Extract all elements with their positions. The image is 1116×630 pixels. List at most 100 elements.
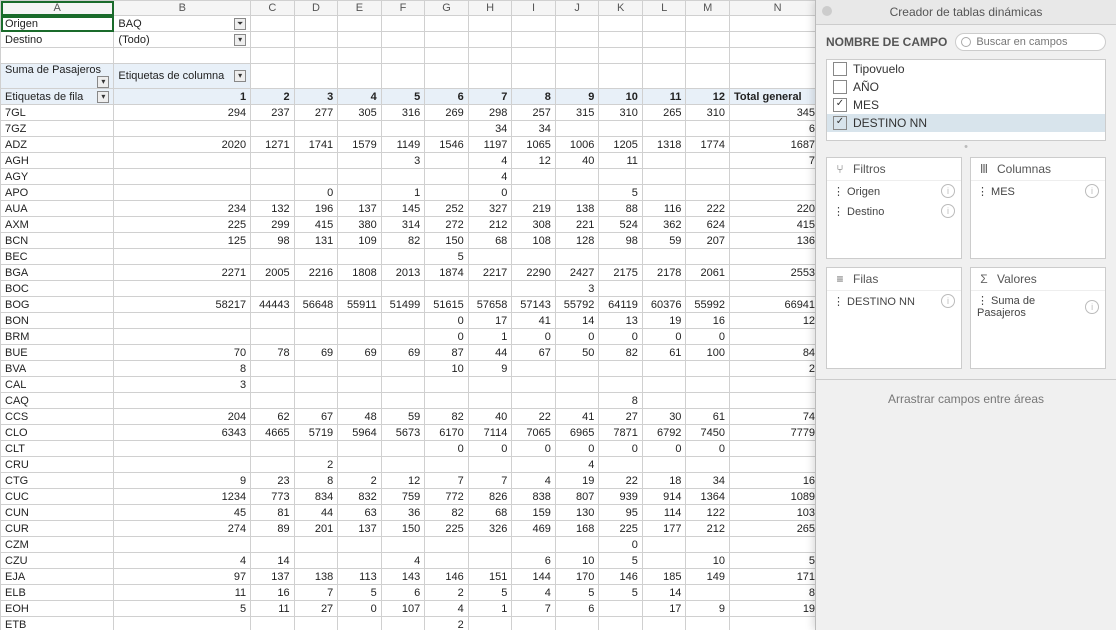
cell[interactable] [468, 16, 512, 32]
data-cell[interactable]: 185 [642, 569, 686, 585]
data-cell[interactable] [686, 185, 730, 201]
data-cell[interactable]: 97 [114, 569, 251, 585]
data-cell[interactable]: 56648 [294, 297, 338, 313]
filter-dropdown-icon[interactable]: ▾ [234, 34, 246, 46]
month-header-7[interactable]: 7 [468, 89, 512, 105]
data-cell[interactable]: 524 [599, 217, 643, 233]
data-cell[interactable] [381, 281, 425, 297]
data-cell[interactable]: 207 [686, 233, 730, 249]
data-cell[interactable] [468, 537, 512, 553]
data-cell[interactable]: 0 [425, 313, 469, 329]
data-cell[interactable] [468, 281, 512, 297]
area-values[interactable]: ΣValores ⋮ Suma de Pasajerosi [970, 267, 1106, 369]
row-label-BOC[interactable]: BOC [1, 281, 114, 297]
month-header-1[interactable]: 1 [114, 89, 251, 105]
cell[interactable] [425, 64, 469, 89]
cell[interactable] [686, 48, 730, 64]
data-cell[interactable] [686, 249, 730, 265]
row-total[interactable]: 3453 [729, 105, 825, 121]
data-cell[interactable] [599, 601, 643, 617]
pivot-row-label[interactable]: Etiquetas de fila▾ [1, 89, 114, 105]
data-cell[interactable] [294, 537, 338, 553]
area-item[interactable]: ⋮ DESTINO NNi [827, 291, 961, 311]
row-total[interactable]: 5 [729, 249, 825, 265]
row-total[interactable]: 10892 [729, 489, 825, 505]
data-cell[interactable]: 294 [114, 105, 251, 121]
data-cell[interactable]: 2020 [114, 137, 251, 153]
data-cell[interactable] [555, 121, 599, 137]
data-cell[interactable] [338, 329, 382, 345]
data-cell[interactable]: 1006 [555, 137, 599, 153]
data-cell[interactable]: 4 [114, 553, 251, 569]
data-cell[interactable] [642, 393, 686, 409]
filter-value-Origen[interactable]: BAQ⏷ [114, 16, 251, 32]
row-label-BON[interactable]: BON [1, 313, 114, 329]
data-cell[interactable] [251, 537, 295, 553]
data-cell[interactable]: 826 [468, 489, 512, 505]
data-cell[interactable]: 234 [114, 201, 251, 217]
data-cell[interactable] [599, 617, 643, 630]
pivot-corner[interactable]: Suma de Pasajeros▾ [1, 64, 114, 89]
cell[interactable] [729, 48, 825, 64]
data-cell[interactable] [251, 393, 295, 409]
column-header-M[interactable]: M [686, 1, 730, 16]
cell[interactable] [251, 48, 295, 64]
data-cell[interactable] [468, 377, 512, 393]
data-cell[interactable]: 131 [294, 233, 338, 249]
data-cell[interactable]: 219 [512, 201, 556, 217]
cell[interactable] [381, 64, 425, 89]
row-total[interactable]: 8 [729, 393, 825, 409]
data-cell[interactable]: 6343 [114, 425, 251, 441]
data-cell[interactable] [251, 313, 295, 329]
data-cell[interactable]: 98 [251, 233, 295, 249]
data-cell[interactable] [686, 585, 730, 601]
data-cell[interactable] [114, 153, 251, 169]
cell[interactable] [642, 64, 686, 89]
data-cell[interactable]: 132 [251, 201, 295, 217]
row-label-APO[interactable]: APO [1, 185, 114, 201]
data-cell[interactable]: 27 [599, 409, 643, 425]
data-cell[interactable]: 44 [294, 505, 338, 521]
data-cell[interactable]: 9 [468, 361, 512, 377]
row-total[interactable]: 2653 [729, 521, 825, 537]
data-cell[interactable]: 1364 [686, 489, 730, 505]
column-header-F[interactable]: F [381, 1, 425, 16]
data-cell[interactable]: 82 [599, 345, 643, 361]
data-cell[interactable]: 67 [512, 345, 556, 361]
column-header-N[interactable]: N [729, 1, 825, 16]
data-cell[interactable]: 125 [114, 233, 251, 249]
data-cell[interactable]: 380 [338, 217, 382, 233]
dropdown-icon[interactable]: ▾ [97, 91, 109, 103]
data-cell[interactable]: 212 [468, 217, 512, 233]
data-cell[interactable] [251, 329, 295, 345]
data-cell[interactable]: 34 [468, 121, 512, 137]
data-cell[interactable] [381, 313, 425, 329]
field-item-DESTINO NN[interactable]: ✓DESTINO NN [827, 114, 1105, 132]
column-header-A[interactable]: A [1, 1, 114, 16]
data-cell[interactable] [468, 249, 512, 265]
data-cell[interactable] [338, 377, 382, 393]
data-cell[interactable]: 61 [686, 409, 730, 425]
data-cell[interactable] [555, 185, 599, 201]
month-header-6[interactable]: 6 [425, 89, 469, 105]
data-cell[interactable]: 5 [425, 249, 469, 265]
row-total[interactable]: 6 [729, 185, 825, 201]
row-label-CAQ[interactable]: CAQ [1, 393, 114, 409]
data-cell[interactable] [294, 377, 338, 393]
row-label-CRU[interactable]: CRU [1, 457, 114, 473]
data-cell[interactable] [512, 185, 556, 201]
data-cell[interactable] [381, 361, 425, 377]
data-cell[interactable]: 55911 [338, 297, 382, 313]
data-cell[interactable] [642, 377, 686, 393]
data-cell[interactable]: 5673 [381, 425, 425, 441]
data-cell[interactable]: 63 [338, 505, 382, 521]
row-total[interactable]: 1719 [729, 569, 825, 585]
data-cell[interactable]: 4665 [251, 425, 295, 441]
data-cell[interactable]: 4 [381, 553, 425, 569]
data-cell[interactable]: 109 [338, 233, 382, 249]
data-cell[interactable] [338, 361, 382, 377]
data-cell[interactable]: 1318 [642, 137, 686, 153]
data-cell[interactable]: 4 [468, 169, 512, 185]
data-cell[interactable] [425, 153, 469, 169]
data-cell[interactable]: 772 [425, 489, 469, 505]
